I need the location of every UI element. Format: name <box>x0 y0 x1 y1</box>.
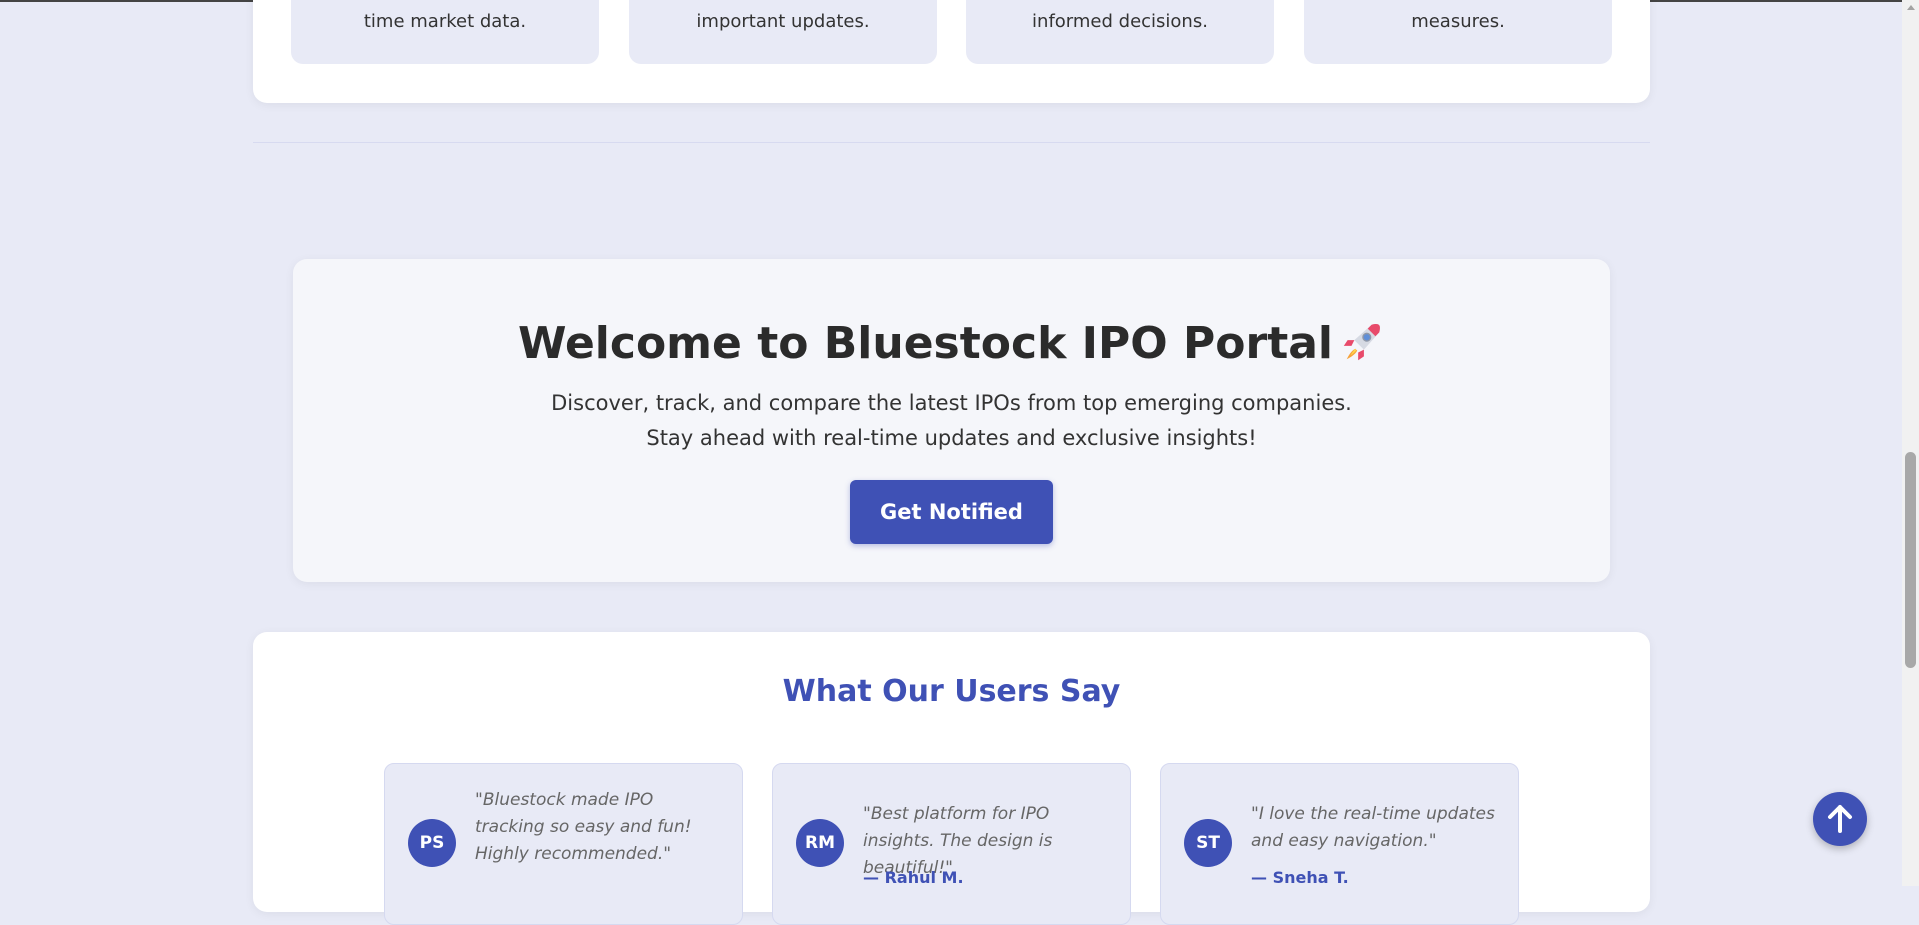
testimonials-title: What Our Users Say <box>782 674 1121 709</box>
testimonial-card: PS "Bluestock made IPO tracking so easy … <box>384 763 743 925</box>
hero-banner: Welcome to Bluestock IPO Portal Discover… <box>293 259 1610 582</box>
feature-description: time market data. <box>363 11 527 32</box>
feature-description: important updates. <box>696 11 870 32</box>
testimonial-quote: "I love the real-time updates and easy n… <box>1251 804 1495 851</box>
get-notified-button[interactable]: Get Notified <box>850 480 1053 544</box>
feature-description: measures. <box>1411 11 1505 32</box>
testimonial-author: — Rahul M. <box>863 868 964 887</box>
avatar: RM <box>796 819 844 867</box>
scrollbar-thumb[interactable] <box>1905 452 1916 668</box>
hero-title-text: Welcome to Bluestock IPO Portal <box>517 318 1333 369</box>
arrow-up-icon <box>1828 805 1852 833</box>
feature-tile: measures. <box>1304 0 1612 64</box>
features-section: time market data. important updates. inf… <box>253 0 1650 103</box>
hero-title: Welcome to Bluestock IPO Portal <box>293 318 1610 369</box>
scroll-to-top-button[interactable] <box>1813 792 1867 846</box>
rocket-icon <box>1343 324 1380 361</box>
testimonial-author: — Sneha T. <box>1251 868 1349 887</box>
section-divider <box>253 142 1650 143</box>
hero-subtitle: Discover, track, and compare the latest … <box>551 391 1352 450</box>
feature-tile: time market data. <box>291 0 599 64</box>
testimonial-card: RM "Best platform for IPO insights. The … <box>772 763 1131 925</box>
avatar: ST <box>1184 819 1232 867</box>
page-scrollbar[interactable] <box>1902 0 1919 886</box>
feature-description: informed decisions. <box>1032 11 1208 32</box>
testimonial-card: ST "I love the real-time updates and eas… <box>1160 763 1519 925</box>
testimonials-section: What Our Users Say PS "Bluestock made IP… <box>253 632 1650 925</box>
avatar: PS <box>408 819 456 867</box>
feature-tile: important updates. <box>629 0 937 64</box>
feature-tile: informed decisions. <box>966 0 1274 64</box>
testimonial-quote: "Bluestock made IPO tracking so easy and… <box>475 790 692 864</box>
scroll-up-arrow-icon[interactable] <box>1907 5 1915 10</box>
